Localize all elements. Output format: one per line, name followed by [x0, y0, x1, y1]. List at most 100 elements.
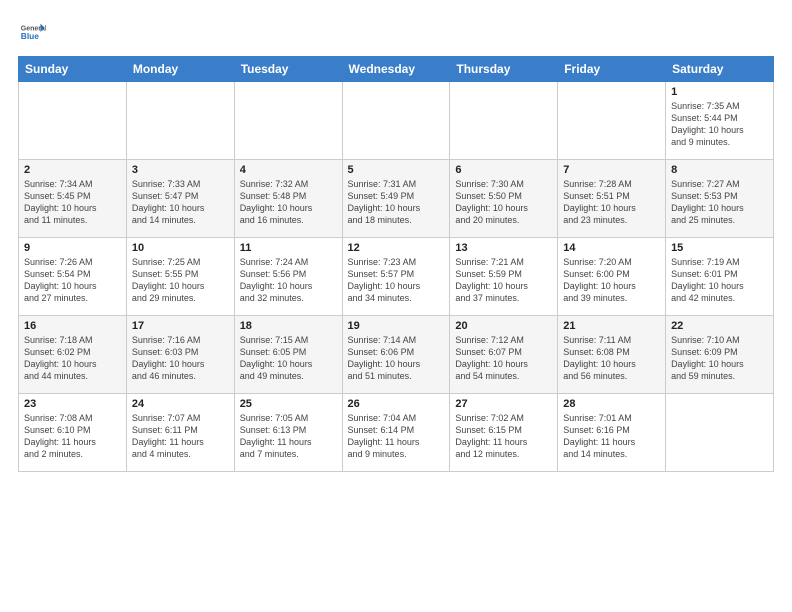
calendar-cell: [666, 394, 774, 472]
day-header-saturday: Saturday: [666, 57, 774, 82]
calendar-cell: 19 Sunrise: 7:14 AM Sunset: 6:06 PM Dayli…: [342, 316, 450, 394]
calendar-cell: 10 Sunrise: 7:25 AM Sunset: 5:55 PM Dayli…: [126, 238, 234, 316]
day-info: Sunrise: 7:12 AM Sunset: 6:07 PM Dayligh…: [455, 334, 552, 383]
calendar-cell: 20 Sunrise: 7:12 AM Sunset: 6:07 PM Dayli…: [450, 316, 558, 394]
day-number: 14: [563, 242, 660, 254]
day-info: Sunrise: 7:31 AM Sunset: 5:49 PM Dayligh…: [348, 178, 445, 227]
day-info: Sunrise: 7:21 AM Sunset: 5:59 PM Dayligh…: [455, 256, 552, 305]
day-info: Sunrise: 7:27 AM Sunset: 5:53 PM Dayligh…: [671, 178, 768, 227]
day-number: 2: [24, 164, 121, 176]
calendar-cell: [19, 82, 127, 160]
day-number: 5: [348, 164, 445, 176]
calendar-cell: 4 Sunrise: 7:32 AM Sunset: 5:48 PM Daylig…: [234, 160, 342, 238]
calendar-cell: 18 Sunrise: 7:15 AM Sunset: 6:05 PM Dayli…: [234, 316, 342, 394]
calendar-cell: [342, 82, 450, 160]
calendar-cell: 5 Sunrise: 7:31 AM Sunset: 5:49 PM Daylig…: [342, 160, 450, 238]
logo-icon: General Blue: [18, 18, 46, 46]
svg-text:Blue: Blue: [21, 31, 39, 41]
calendar-cell: [558, 82, 666, 160]
calendar-cell: [450, 82, 558, 160]
calendar-cell: 26 Sunrise: 7:04 AM Sunset: 6:14 PM Dayli…: [342, 394, 450, 472]
day-number: 6: [455, 164, 552, 176]
day-info: Sunrise: 7:20 AM Sunset: 6:00 PM Dayligh…: [563, 256, 660, 305]
day-info: Sunrise: 7:02 AM Sunset: 6:15 PM Dayligh…: [455, 412, 552, 461]
calendar-cell: 12 Sunrise: 7:23 AM Sunset: 5:57 PM Dayli…: [342, 238, 450, 316]
calendar-cell: 1Sunrise: 7:35 AM Sunset: 5:44 PM Daylig…: [666, 82, 774, 160]
week-row-1: 2 Sunrise: 7:34 AM Sunset: 5:45 PM Daylig…: [19, 160, 774, 238]
calendar-cell: 14 Sunrise: 7:20 AM Sunset: 6:00 PM Dayli…: [558, 238, 666, 316]
week-row-3: 16 Sunrise: 7:18 AM Sunset: 6:02 PM Dayli…: [19, 316, 774, 394]
calendar-cell: 27 Sunrise: 7:02 AM Sunset: 6:15 PM Dayli…: [450, 394, 558, 472]
day-info: Sunrise: 7:28 AM Sunset: 5:51 PM Dayligh…: [563, 178, 660, 227]
page: General Blue SundayMondayTuesdayWednesda…: [0, 0, 792, 612]
day-number: 10: [132, 242, 229, 254]
day-number: 16: [24, 320, 121, 332]
day-info: Sunrise: 7:34 AM Sunset: 5:45 PM Dayligh…: [24, 178, 121, 227]
day-info: Sunrise: 7:08 AM Sunset: 6:10 PM Dayligh…: [24, 412, 121, 461]
day-header-thursday: Thursday: [450, 57, 558, 82]
day-number: 21: [563, 320, 660, 332]
calendar-cell: 9 Sunrise: 7:26 AM Sunset: 5:54 PM Daylig…: [19, 238, 127, 316]
day-number: 7: [563, 164, 660, 176]
calendar-header-row: SundayMondayTuesdayWednesdayThursdayFrid…: [19, 57, 774, 82]
calendar-cell: 7 Sunrise: 7:28 AM Sunset: 5:51 PM Daylig…: [558, 160, 666, 238]
day-info: Sunrise: 7:35 AM Sunset: 5:44 PM Dayligh…: [671, 100, 768, 149]
day-number: 3: [132, 164, 229, 176]
day-info: Sunrise: 7:10 AM Sunset: 6:09 PM Dayligh…: [671, 334, 768, 383]
calendar-cell: 13 Sunrise: 7:21 AM Sunset: 5:59 PM Dayli…: [450, 238, 558, 316]
week-row-0: 1Sunrise: 7:35 AM Sunset: 5:44 PM Daylig…: [19, 82, 774, 160]
calendar-cell: 21 Sunrise: 7:11 AM Sunset: 6:08 PM Dayli…: [558, 316, 666, 394]
day-header-monday: Monday: [126, 57, 234, 82]
week-row-4: 23Sunrise: 7:08 AM Sunset: 6:10 PM Dayli…: [19, 394, 774, 472]
calendar-cell: 16 Sunrise: 7:18 AM Sunset: 6:02 PM Dayli…: [19, 316, 127, 394]
day-info: Sunrise: 7:26 AM Sunset: 5:54 PM Dayligh…: [24, 256, 121, 305]
day-number: 19: [348, 320, 445, 332]
day-info: Sunrise: 7:05 AM Sunset: 6:13 PM Dayligh…: [240, 412, 337, 461]
day-info: Sunrise: 7:01 AM Sunset: 6:16 PM Dayligh…: [563, 412, 660, 461]
calendar-cell: 2 Sunrise: 7:34 AM Sunset: 5:45 PM Daylig…: [19, 160, 127, 238]
day-info: Sunrise: 7:32 AM Sunset: 5:48 PM Dayligh…: [240, 178, 337, 227]
day-header-wednesday: Wednesday: [342, 57, 450, 82]
day-info: Sunrise: 7:24 AM Sunset: 5:56 PM Dayligh…: [240, 256, 337, 305]
day-info: Sunrise: 7:25 AM Sunset: 5:55 PM Dayligh…: [132, 256, 229, 305]
calendar-cell: 22 Sunrise: 7:10 AM Sunset: 6:09 PM Dayli…: [666, 316, 774, 394]
calendar-cell: [234, 82, 342, 160]
day-number: 8: [671, 164, 768, 176]
day-number: 24: [132, 398, 229, 410]
day-header-sunday: Sunday: [19, 57, 127, 82]
day-number: 18: [240, 320, 337, 332]
calendar-cell: 28 Sunrise: 7:01 AM Sunset: 6:16 PM Dayli…: [558, 394, 666, 472]
day-number: 27: [455, 398, 552, 410]
day-info: Sunrise: 7:33 AM Sunset: 5:47 PM Dayligh…: [132, 178, 229, 227]
calendar-cell: [126, 82, 234, 160]
calendar-cell: 11 Sunrise: 7:24 AM Sunset: 5:56 PM Dayli…: [234, 238, 342, 316]
day-number: 9: [24, 242, 121, 254]
day-header-tuesday: Tuesday: [234, 57, 342, 82]
logo: General Blue: [18, 18, 50, 46]
day-info: Sunrise: 7:16 AM Sunset: 6:03 PM Dayligh…: [132, 334, 229, 383]
day-info: Sunrise: 7:18 AM Sunset: 6:02 PM Dayligh…: [24, 334, 121, 383]
day-number: 20: [455, 320, 552, 332]
day-header-friday: Friday: [558, 57, 666, 82]
day-info: Sunrise: 7:04 AM Sunset: 6:14 PM Dayligh…: [348, 412, 445, 461]
day-number: 13: [455, 242, 552, 254]
day-info: Sunrise: 7:15 AM Sunset: 6:05 PM Dayligh…: [240, 334, 337, 383]
day-number: 4: [240, 164, 337, 176]
calendar-cell: 3 Sunrise: 7:33 AM Sunset: 5:47 PM Daylig…: [126, 160, 234, 238]
day-number: 25: [240, 398, 337, 410]
day-number: 26: [348, 398, 445, 410]
calendar-table: SundayMondayTuesdayWednesdayThursdayFrid…: [18, 56, 774, 472]
day-number: 15: [671, 242, 768, 254]
day-info: Sunrise: 7:23 AM Sunset: 5:57 PM Dayligh…: [348, 256, 445, 305]
day-info: Sunrise: 7:30 AM Sunset: 5:50 PM Dayligh…: [455, 178, 552, 227]
day-number: 11: [240, 242, 337, 254]
day-number: 28: [563, 398, 660, 410]
day-number: 12: [348, 242, 445, 254]
calendar-cell: 17Sunrise: 7:16 AM Sunset: 6:03 PM Dayli…: [126, 316, 234, 394]
day-info: Sunrise: 7:07 AM Sunset: 6:11 PM Dayligh…: [132, 412, 229, 461]
calendar-cell: 25 Sunrise: 7:05 AM Sunset: 6:13 PM Dayli…: [234, 394, 342, 472]
day-info: Sunrise: 7:11 AM Sunset: 6:08 PM Dayligh…: [563, 334, 660, 383]
day-number: 22: [671, 320, 768, 332]
day-info: Sunrise: 7:14 AM Sunset: 6:06 PM Dayligh…: [348, 334, 445, 383]
day-info: Sunrise: 7:19 AM Sunset: 6:01 PM Dayligh…: [671, 256, 768, 305]
